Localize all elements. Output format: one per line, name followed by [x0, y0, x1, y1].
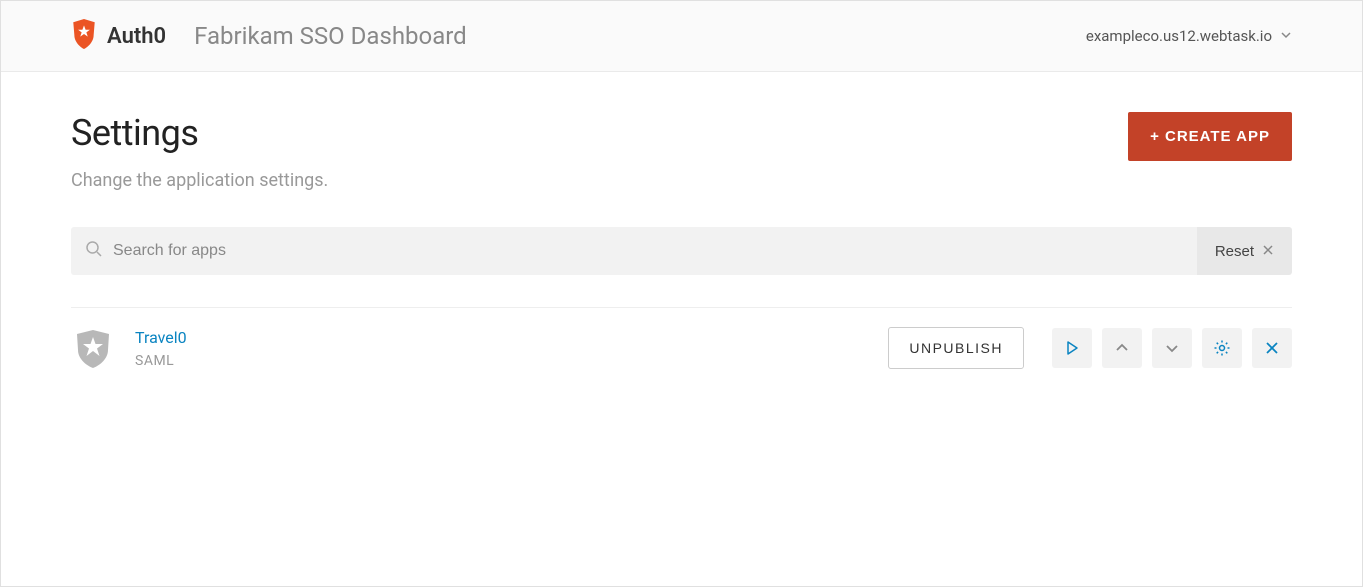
- chevron-up-icon: [1114, 340, 1130, 356]
- page-title: Settings: [71, 112, 328, 154]
- move-down-button[interactable]: [1152, 328, 1192, 368]
- search-row: Reset: [71, 227, 1292, 275]
- delete-button[interactable]: [1252, 328, 1292, 368]
- app-type: SAML: [135, 353, 888, 369]
- play-button[interactable]: [1052, 328, 1092, 368]
- logo-text: Auth0: [107, 24, 166, 49]
- title-row: Settings Change the application settings…: [71, 112, 1292, 191]
- create-app-button[interactable]: + CREATE APP: [1128, 112, 1292, 161]
- gear-icon: [1213, 339, 1231, 357]
- domain-text: exampleco.us12.webtask.io: [1086, 27, 1272, 45]
- search-icon: [85, 240, 103, 262]
- play-icon: [1064, 340, 1080, 356]
- logo[interactable]: Auth0: [71, 19, 166, 53]
- reset-label: Reset: [1215, 243, 1254, 260]
- app-actions: UNPUBLISH: [888, 327, 1292, 369]
- search-input[interactable]: [113, 242, 1183, 260]
- settings-button[interactable]: [1202, 328, 1242, 368]
- app-title: Fabrikam SSO Dashboard: [194, 22, 467, 50]
- reset-button[interactable]: Reset: [1197, 227, 1292, 275]
- chevron-down-icon: [1280, 27, 1292, 45]
- close-icon: [1262, 243, 1274, 260]
- header: Auth0 Fabrikam SSO Dashboard exampleco.u…: [1, 1, 1362, 72]
- search-box: [71, 227, 1197, 275]
- chevron-down-icon: [1164, 340, 1180, 356]
- unpublish-button[interactable]: UNPUBLISH: [888, 327, 1024, 369]
- title-block: Settings Change the application settings…: [71, 112, 328, 191]
- app-info: Travel0 SAML: [135, 328, 888, 369]
- page-subtitle: Change the application settings.: [71, 170, 328, 191]
- app-shield-icon: [71, 326, 115, 370]
- app-name-link[interactable]: Travel0: [135, 328, 888, 347]
- move-up-button[interactable]: [1102, 328, 1142, 368]
- app-row: Travel0 SAML UNPUBLISH: [71, 308, 1292, 388]
- header-left: Auth0 Fabrikam SSO Dashboard: [71, 19, 467, 53]
- main-content: Settings Change the application settings…: [1, 72, 1362, 428]
- domain-selector[interactable]: exampleco.us12.webtask.io: [1086, 27, 1292, 45]
- close-icon: [1264, 340, 1280, 356]
- auth0-shield-icon: [71, 19, 97, 53]
